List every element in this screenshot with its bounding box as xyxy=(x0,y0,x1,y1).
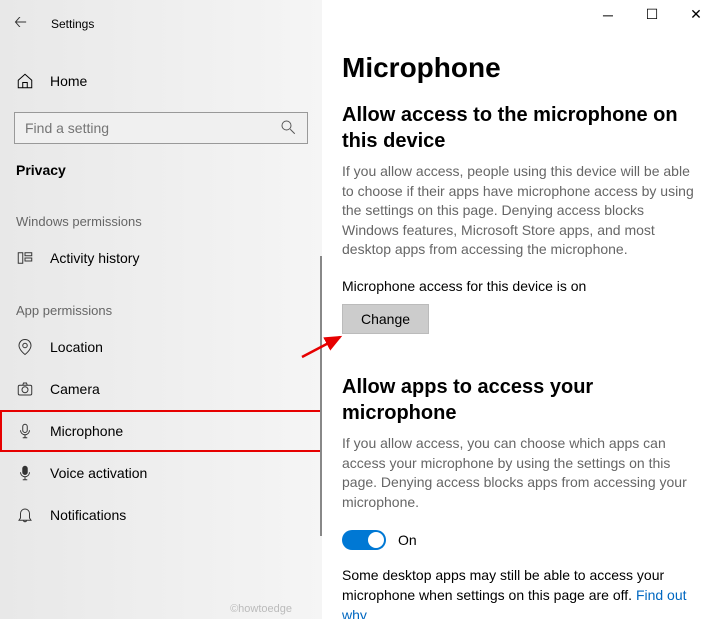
notifications-icon xyxy=(16,506,34,524)
camera-icon xyxy=(16,380,34,398)
category-label: Privacy xyxy=(0,144,322,190)
section1-desc: If you allow access, people using this d… xyxy=(342,162,696,260)
activity-icon xyxy=(16,249,34,267)
voice-icon xyxy=(16,464,34,482)
home-icon xyxy=(16,72,34,90)
maximize-button[interactable]: ☐ xyxy=(642,6,662,23)
nav-location[interactable]: Location xyxy=(0,326,322,368)
page-title: Microphone xyxy=(342,52,696,84)
section1-title: Allow access to the microphone on this d… xyxy=(342,102,696,154)
minimize-button[interactable]: ─ xyxy=(598,7,618,23)
section2-desc: If you allow access, you can choose whic… xyxy=(342,434,696,512)
location-icon xyxy=(16,338,34,356)
section-windows-permissions: Windows permissions xyxy=(0,190,322,237)
nav-item-label: Voice activation xyxy=(50,465,147,481)
app-title: Settings xyxy=(51,17,94,31)
close-button[interactable]: ✕ xyxy=(686,6,706,23)
search-icon xyxy=(279,118,297,139)
nav-activity-history[interactable]: Activity history xyxy=(0,237,322,279)
nav-item-label: Camera xyxy=(50,381,100,397)
watermark: ©howtoedge xyxy=(230,603,292,615)
apps-access-toggle[interactable] xyxy=(342,530,386,550)
section-app-permissions: App permissions xyxy=(0,279,322,326)
toggle-knob xyxy=(368,532,384,548)
back-button[interactable]: 🡠 xyxy=(14,11,27,38)
mic-access-status: Microphone access for this device is on xyxy=(342,278,696,294)
nav-home[interactable]: Home xyxy=(0,60,322,102)
section2-note: Some desktop apps may still be able to a… xyxy=(342,566,696,619)
section2-title: Allow apps to access your microphone xyxy=(342,374,696,426)
search-input[interactable] xyxy=(25,120,279,136)
nav-item-label: Notifications xyxy=(50,507,126,523)
nav-voice-activation[interactable]: Voice activation xyxy=(0,452,322,494)
nav-notifications[interactable]: Notifications xyxy=(0,494,322,536)
toggle-state-label: On xyxy=(398,532,417,548)
search-box[interactable] xyxy=(14,112,308,144)
nav-microphone[interactable]: Microphone xyxy=(0,410,322,452)
microphone-icon xyxy=(16,422,34,440)
nav-item-label: Activity history xyxy=(50,250,139,266)
nav-item-label: Location xyxy=(50,339,103,355)
nav-home-label: Home xyxy=(50,73,87,89)
nav-item-label: Microphone xyxy=(50,423,123,439)
change-button[interactable]: Change xyxy=(342,304,429,334)
nav-camera[interactable]: Camera xyxy=(0,368,322,410)
